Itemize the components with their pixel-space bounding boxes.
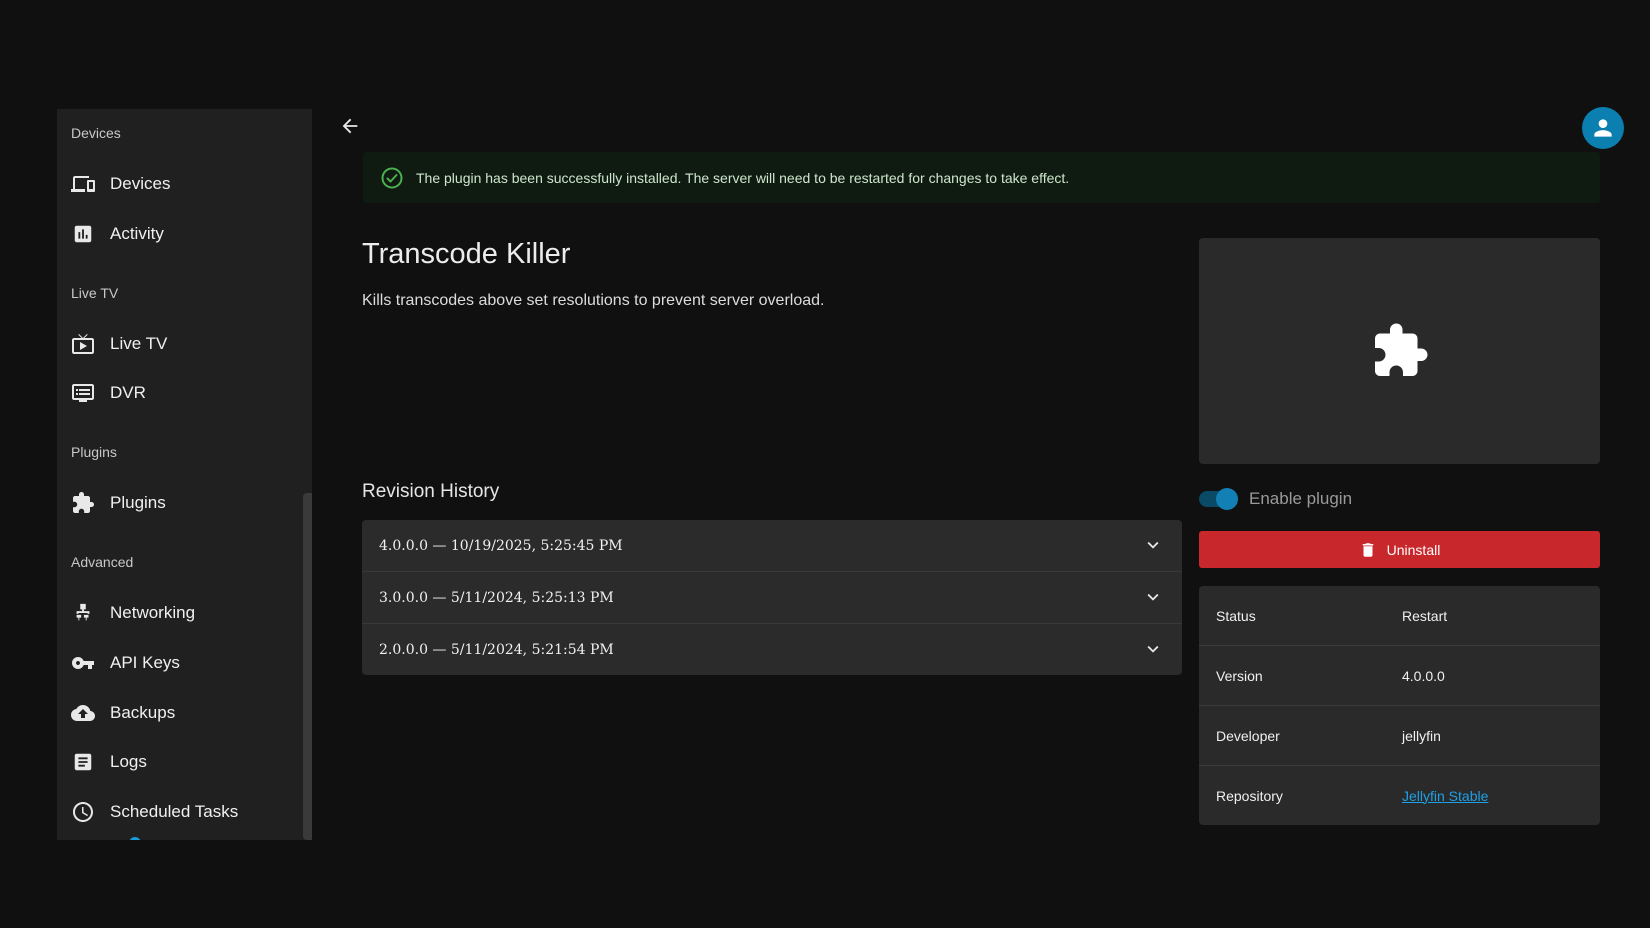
- chevron-down-icon: [1147, 593, 1159, 601]
- sidebar-item-label: Live TV: [110, 334, 168, 353]
- info-value: 4.0.0.0: [1402, 667, 1445, 684]
- toggle-knob[interactable]: [1216, 488, 1238, 510]
- sidebar-item-label: Backups: [110, 703, 176, 722]
- enable-plugin-toggle[interactable]: Enable plugin: [1199, 488, 1353, 510]
- sidebar-item-label: Logs: [110, 752, 147, 771]
- devices-icon: [71, 172, 95, 196]
- enable-plugin-label: Enable plugin: [1249, 489, 1353, 508]
- sidebar-item-scheduled-tasks[interactable]: Scheduled Tasks: [57, 789, 297, 835]
- puzzle-icon: [1374, 323, 1427, 376]
- chevron-down-icon: [1147, 541, 1159, 549]
- sidebar-section-livetv: Live TV: [71, 285, 119, 301]
- puzzle-icon: [71, 491, 95, 515]
- user-icon: [1594, 119, 1612, 137]
- sidebar-section-plugins: Plugins: [71, 444, 117, 460]
- sidebar-item-label: Activity: [110, 224, 164, 243]
- sidebar-section-advanced: Advanced: [71, 554, 134, 570]
- arrow-left-icon: [342, 118, 358, 134]
- sidebar-item-label: API Keys: [110, 653, 180, 672]
- plugin-info-table: Status Restart Version 4.0.0.0 Developer…: [1199, 586, 1600, 825]
- revision-history-list: 4.0.0.0 — 10/19/2025, 5:25:45 PM 3.0.0.0…: [362, 520, 1182, 675]
- plugin-description: Kills transcodes above set resolutions t…: [362, 292, 825, 309]
- check-circle-icon: [380, 166, 404, 190]
- logs-icon: [71, 750, 95, 774]
- revision-row[interactable]: 2.0.0.0 — 5/11/2024, 5:21:54 PM: [362, 624, 1182, 675]
- info-key: Repository: [1216, 787, 1283, 804]
- sidebar-section-devices: Devices: [71, 125, 121, 141]
- revision-label: 2.0.0.0 — 5/11/2024, 5:21:54 PM: [379, 641, 614, 658]
- sidebar-item-label: Plugins: [110, 493, 166, 512]
- info-row-developer: Developer jellyfin: [1199, 706, 1600, 766]
- sidebar-partial-icon: [129, 837, 141, 840]
- revision-row[interactable]: 4.0.0.0 — 10/19/2025, 5:25:45 PM: [362, 520, 1182, 572]
- plugin-image: [1199, 238, 1600, 464]
- key-icon: [71, 651, 95, 675]
- sidebar-item-dvr[interactable]: DVR: [57, 370, 297, 416]
- sidebar-item-live-tv[interactable]: Live TV: [57, 321, 297, 367]
- dvr-icon: [71, 381, 95, 405]
- sidebar-item-label: Networking: [110, 603, 196, 622]
- back-button[interactable]: [336, 112, 364, 140]
- info-row-status: Status Restart: [1199, 586, 1600, 646]
- user-avatar-button[interactable]: [1582, 107, 1624, 149]
- chevron-down-icon: [1147, 645, 1159, 653]
- info-key: Status: [1216, 607, 1256, 624]
- info-key: Version: [1216, 667, 1263, 684]
- sidebar-item-logs[interactable]: Logs: [57, 739, 297, 785]
- activity-icon: [71, 222, 95, 246]
- success-alert: The plugin has been successfully install…: [363, 152, 1600, 203]
- sidebar-item-label: DVR: [110, 383, 146, 402]
- revision-row[interactable]: 3.0.0.0 — 5/11/2024, 5:25:13 PM: [362, 572, 1182, 624]
- network-icon: [71, 601, 95, 625]
- clock-icon: [71, 800, 95, 824]
- alert-message: The plugin has been successfully install…: [416, 169, 1070, 186]
- revision-label: 3.0.0.0 — 5/11/2024, 5:25:13 PM: [379, 589, 614, 606]
- uninstall-button[interactable]: Uninstall: [1199, 531, 1600, 568]
- info-value: jellyfin: [1402, 727, 1441, 744]
- repository-link[interactable]: Jellyfin Stable: [1402, 788, 1488, 804]
- info-key: Developer: [1216, 727, 1280, 744]
- toggle-track[interactable]: [1199, 488, 1238, 510]
- sidebar-item-devices[interactable]: Devices: [57, 161, 297, 207]
- sidebar-item-plugins[interactable]: Plugins: [57, 480, 297, 526]
- sidebar-item-api-keys[interactable]: API Keys: [57, 640, 297, 686]
- info-row-version: Version 4.0.0.0: [1199, 646, 1600, 706]
- sidebar-item-activity[interactable]: Activity: [57, 211, 297, 257]
- sidebar-item-backups[interactable]: Backups: [57, 690, 297, 736]
- plugin-title: Transcode Killer: [362, 238, 571, 270]
- sidebar-item-label: Scheduled Tasks: [110, 802, 239, 821]
- sidebar-item-networking[interactable]: Networking: [57, 590, 297, 636]
- trash-icon: [1362, 542, 1373, 557]
- uninstall-label: Uninstall: [1386, 541, 1441, 558]
- info-value: Restart: [1402, 607, 1448, 624]
- sidebar-scrollbar[interactable]: [303, 493, 312, 840]
- cloud-upload-icon: [71, 701, 95, 725]
- sidebar: Devices Devices Activity Live TV Live TV…: [57, 109, 312, 840]
- live-tv-icon: [71, 332, 95, 356]
- revision-history-heading: Revision History: [362, 481, 500, 502]
- sidebar-item-label: Devices: [110, 174, 171, 193]
- revision-label: 4.0.0.0 — 10/19/2025, 5:25:45 PM: [379, 537, 623, 554]
- info-row-repository: Repository Jellyfin Stable: [1199, 766, 1600, 825]
